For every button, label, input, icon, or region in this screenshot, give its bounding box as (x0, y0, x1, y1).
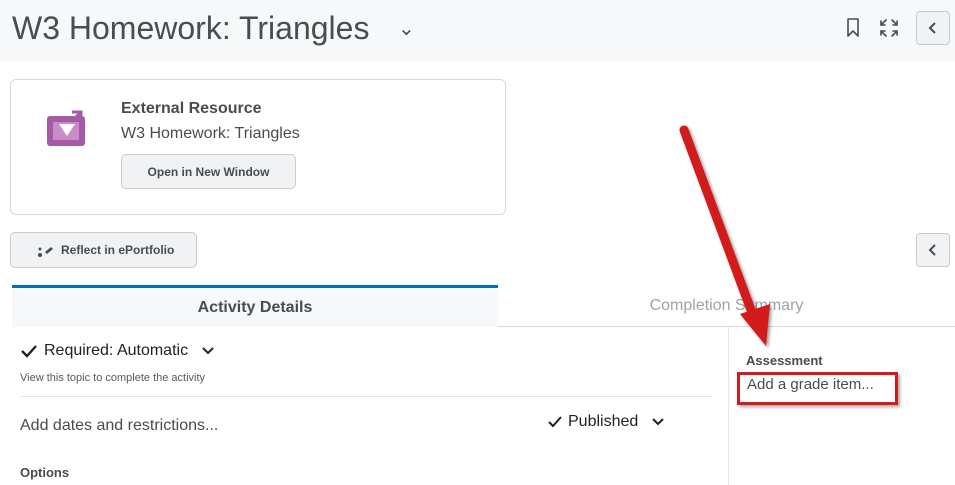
reflect-in-eportfolio-button[interactable]: Reflect in ePortfolio (10, 232, 197, 268)
tab-completion-summary[interactable]: Completion Summary (498, 286, 955, 327)
chevron-left-icon (928, 22, 936, 34)
bookmark-icon[interactable] (846, 18, 860, 38)
required-status-label: Required: Automatic (44, 342, 189, 359)
open-in-new-window-button[interactable]: Open in New Window (121, 154, 296, 189)
published-status-dropdown[interactable]: Published (548, 413, 664, 431)
collapse-panel-button[interactable] (916, 11, 950, 45)
divider (20, 396, 712, 397)
resource-name: W3 Homework: Triangles (121, 125, 300, 142)
annotation-highlight-box (737, 372, 898, 405)
page-title: W3 Homework: Triangles (12, 10, 370, 46)
checkmark-icon (548, 416, 562, 428)
resource-card: External Resource W3 Homework: Triangles… (10, 79, 506, 215)
top-bar: W3 Homework: Triangles ⌄ (0, 0, 955, 62)
collapse-side-panel-button[interactable] (916, 233, 950, 267)
chevron-down-icon (652, 418, 664, 426)
title-menu-chevron-icon[interactable]: ⌄ (398, 16, 415, 41)
resource-type-label: External Resource (121, 100, 262, 117)
panel-divider (728, 327, 729, 485)
reflect-button-label: Reflect in ePortfolio (61, 243, 175, 257)
published-status-label: Published (568, 413, 639, 430)
add-dates-restrictions-link[interactable]: Add dates and restrictions... (20, 417, 218, 435)
external-resource-icon (47, 110, 85, 146)
required-status-dropdown[interactable]: Required: Automatic (20, 342, 214, 360)
checkmark-icon (21, 345, 37, 358)
chevron-down-icon (202, 347, 214, 355)
tab-activity-details[interactable]: Activity Details (12, 285, 498, 327)
fullscreen-icon[interactable] (879, 18, 899, 38)
chevron-left-icon (928, 244, 936, 256)
eportfolio-icon (38, 247, 53, 257)
options-heading: Options (20, 465, 70, 480)
assessment-heading: Assessment (746, 353, 823, 368)
required-hint-text: View this topic to complete the activity (20, 372, 206, 384)
